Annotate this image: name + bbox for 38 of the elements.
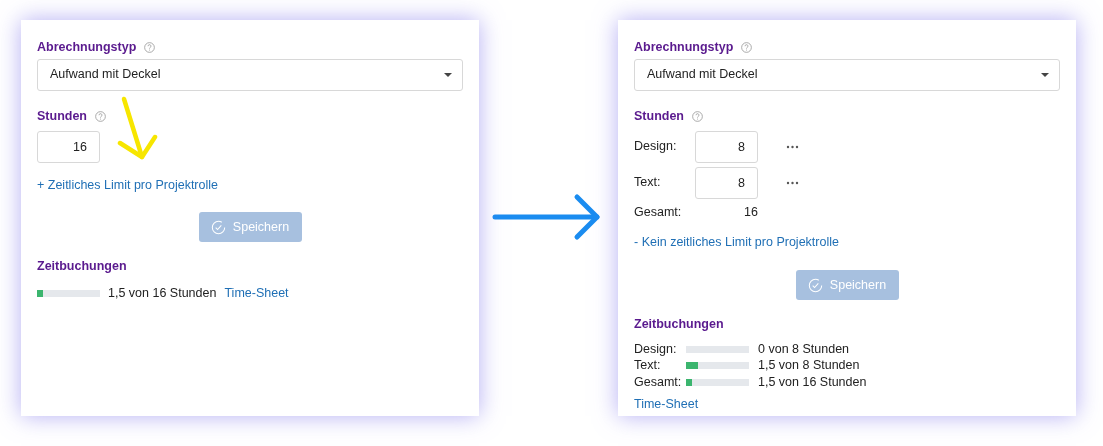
select-dropdown[interactable]: Aufwand mit Deckel [37, 58, 463, 91]
booking-text: 0 von 8 Stunden [758, 340, 850, 358]
booking-text: 1,5 von 16 Stunden [108, 285, 217, 302]
timesheet-link[interactable]: Time-Sheet [224, 284, 289, 303]
check-icon [210, 219, 226, 235]
total-value: 16 [743, 203, 758, 221]
field-label: Abrechnungstyp [634, 39, 734, 56]
field-label: Stunden [634, 107, 684, 125]
field-label: Stunden [37, 107, 87, 125]
more-icon[interactable] [786, 180, 799, 185]
row-label: Gesamt: [634, 373, 683, 391]
select-dropdown[interactable]: Aufwand mit Deckel [634, 58, 1060, 91]
toggle-link[interactable]: + Zeitliches Limit pro Projektrolle [37, 175, 218, 195]
row-label: Text: [634, 174, 662, 192]
help-icon [95, 110, 106, 122]
row-label: Gesamt: [634, 203, 683, 221]
number-field[interactable]: 16 [37, 130, 100, 163]
number-field[interactable]: 8 [695, 166, 758, 199]
booking-text: 1,5 von 16 Stunden [758, 373, 867, 391]
check-icon [807, 277, 823, 293]
row-label: Design: [634, 340, 678, 358]
section-title: Zeitbuchungen [634, 316, 725, 333]
more-icon[interactable] [786, 144, 799, 149]
help-icon [144, 41, 156, 53]
timesheet-link[interactable]: Time-Sheet [634, 395, 699, 414]
arrow-right-icon [492, 192, 602, 242]
section-title: Zeitbuchungen [37, 258, 128, 276]
toggle-link[interactable]: - Kein zeitliches Limit pro Projektrolle [634, 233, 839, 252]
field-label: Abrechnungstyp [37, 39, 137, 56]
progress-track [686, 345, 749, 353]
help-icon [741, 41, 753, 53]
row-label: Text: [634, 357, 662, 375]
booking-text: 1,5 von 8 Stunden [758, 357, 860, 375]
number-field[interactable]: 8 [695, 130, 758, 163]
row-label: Design: [634, 138, 678, 156]
caret-icon [444, 72, 452, 77]
help-icon [692, 110, 703, 122]
caret-icon [1041, 72, 1049, 77]
